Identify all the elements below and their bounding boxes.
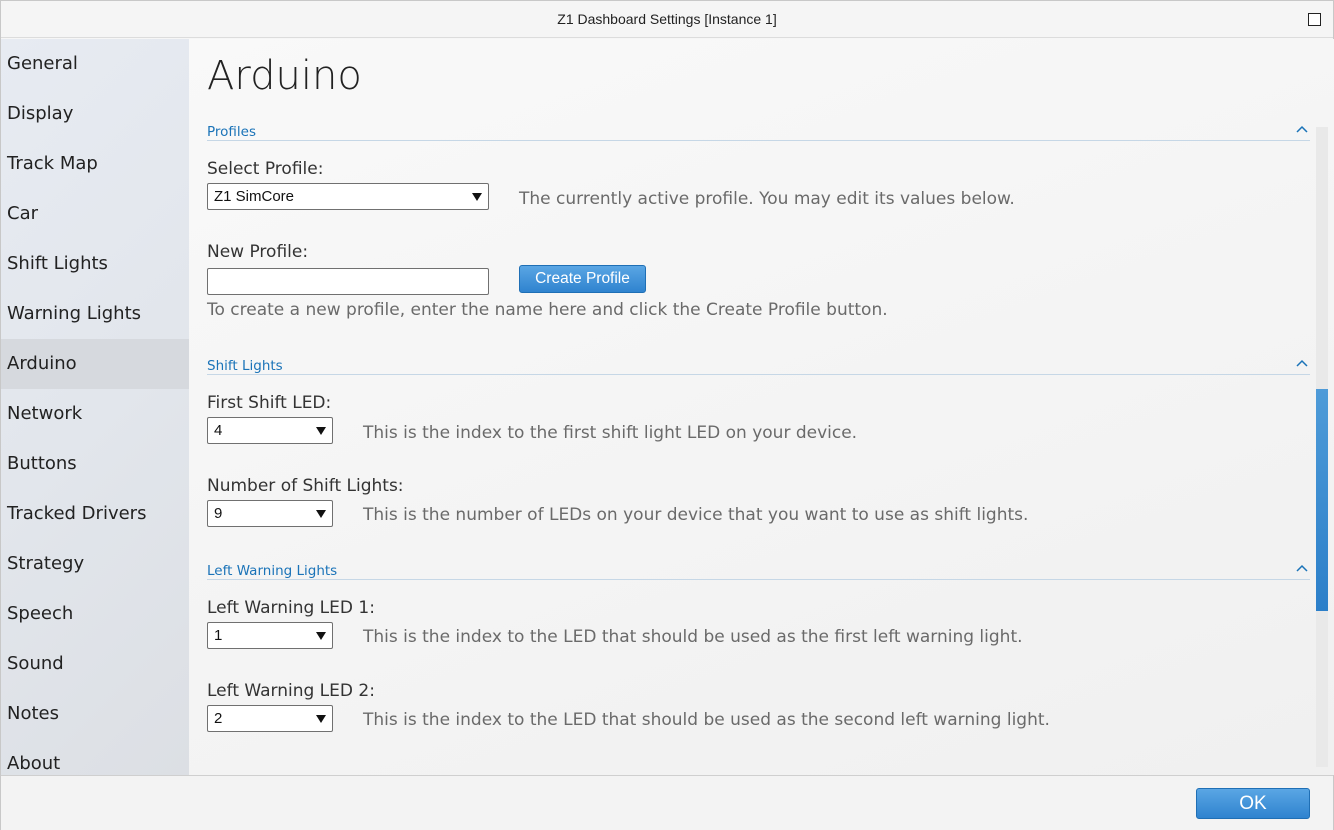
section-header-profiles[interactable]: Profiles — [207, 121, 1310, 141]
new-profile-input[interactable] — [207, 268, 489, 295]
chevron-up-icon[interactable] — [1296, 357, 1308, 369]
sidebar-item-strategy[interactable]: Strategy — [1, 539, 189, 589]
sidebar-item-sound[interactable]: Sound — [1, 639, 189, 689]
first-shift-led-select[interactable]: 4 — [207, 417, 333, 444]
settings-window: Z1 Dashboard Settings [Instance 1] Gener… — [0, 0, 1334, 830]
sidebar-item-warning-lights[interactable]: Warning Lights — [1, 289, 189, 339]
sidebar-item-speech[interactable]: Speech — [1, 589, 189, 639]
shift-lights-count-label: Number of Shift Lights: — [207, 476, 404, 496]
dropdown-arrow-icon — [316, 510, 326, 518]
profile-select-value: Z1 SimCore — [214, 188, 295, 205]
shift-lights-count-select[interactable]: 9 — [207, 500, 333, 527]
chevron-up-icon[interactable] — [1296, 562, 1308, 574]
left-warning-led2-help: This is the index to the LED that should… — [363, 710, 1050, 730]
new-profile-help: To create a new profile, enter the name … — [207, 300, 888, 320]
left-warning-led1-help: This is the index to the LED that should… — [363, 627, 1023, 647]
first-shift-led-value: 4 — [214, 422, 223, 439]
sidebar-item-notes[interactable]: Notes — [1, 689, 189, 739]
dropdown-arrow-icon — [316, 427, 326, 435]
left-warning-led1-select[interactable]: 1 — [207, 622, 333, 649]
dropdown-arrow-icon — [472, 193, 482, 201]
profile-select[interactable]: Z1 SimCore — [207, 183, 489, 210]
ok-button[interactable]: OK — [1196, 788, 1310, 819]
sidebar-item-network[interactable]: Network — [1, 389, 189, 439]
sidebar-item-general[interactable]: General — [1, 39, 189, 89]
shift-lights-count-help: This is the number of LEDs on your devic… — [363, 505, 1029, 525]
shift-lights-count-value: 9 — [214, 505, 223, 522]
first-shift-led-label: First Shift LED: — [207, 393, 332, 413]
window-title: Z1 Dashboard Settings [Instance 1] — [557, 11, 777, 27]
dropdown-arrow-icon — [316, 632, 326, 640]
dropdown-arrow-icon — [316, 715, 326, 723]
section-label-left-warning-lights: Left Warning Lights — [207, 563, 338, 579]
footer-bar: OK — [1, 775, 1333, 830]
sidebar-item-tracked-drivers[interactable]: Tracked Drivers — [1, 489, 189, 539]
section-header-shift-lights[interactable]: Shift Lights — [207, 355, 1310, 375]
left-warning-led2-label: Left Warning LED 2: — [207, 681, 375, 701]
sidebar-item-track-map[interactable]: Track Map — [1, 139, 189, 189]
left-warning-led1-value: 1 — [214, 627, 223, 644]
sidebar-item-car[interactable]: Car — [1, 189, 189, 239]
page-title: Arduino — [207, 53, 362, 99]
select-profile-label: Select Profile: — [207, 159, 324, 179]
section-label-profiles: Profiles — [207, 124, 257, 140]
left-warning-led2-select[interactable]: 2 — [207, 705, 333, 732]
title-bar: Z1 Dashboard Settings [Instance 1] — [1, 1, 1333, 38]
settings-content: Arduino Profiles Select Profile: Z1 SimC… — [189, 39, 1334, 775]
create-profile-button[interactable]: Create Profile — [519, 265, 646, 293]
sidebar: General Display Track Map Car Shift Ligh… — [1, 39, 189, 775]
first-shift-led-help: This is the index to the first shift lig… — [363, 423, 858, 443]
maximize-icon[interactable] — [1308, 13, 1321, 26]
new-profile-label: New Profile: — [207, 242, 309, 262]
sidebar-item-display[interactable]: Display — [1, 89, 189, 139]
sidebar-item-about[interactable]: About — [1, 739, 189, 775]
sidebar-item-buttons[interactable]: Buttons — [1, 439, 189, 489]
left-warning-led1-label: Left Warning LED 1: — [207, 598, 375, 618]
sidebar-item-shift-lights[interactable]: Shift Lights — [1, 239, 189, 289]
sidebar-item-arduino[interactable]: Arduino — [1, 339, 189, 389]
vertical-scrollbar[interactable] — [1316, 127, 1328, 767]
section-label-shift-lights: Shift Lights — [207, 358, 283, 374]
section-header-left-warning-lights[interactable]: Left Warning Lights — [207, 560, 1310, 580]
left-warning-led2-value: 2 — [214, 710, 223, 727]
select-profile-help: The currently active profile. You may ed… — [519, 189, 1015, 209]
scrollbar-thumb[interactable] — [1316, 389, 1328, 611]
chevron-up-icon[interactable] — [1296, 123, 1308, 135]
